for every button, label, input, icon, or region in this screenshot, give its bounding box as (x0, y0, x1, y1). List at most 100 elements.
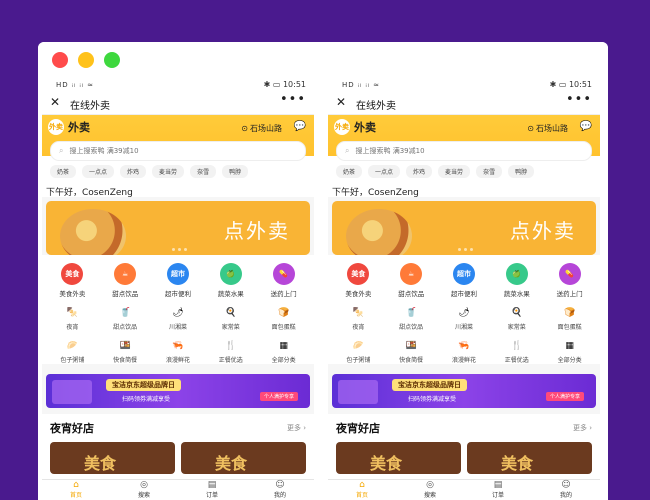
ad-banner[interactable]: 宝洁京东超级品牌日 扫码领券满减享受 个人满护专享 (332, 374, 596, 408)
location-label: 石场山路 (536, 124, 568, 133)
tag-chip[interactable]: 一点点 (368, 165, 401, 178)
sub-category[interactable]: 🍴 正餐优选 (206, 341, 256, 364)
header: 外卖 外卖 ⊙ 石场山路 💬 ⌕ 奶茶 一点点 炸鸡 麦当劳 奈雪 (42, 115, 314, 183)
category-supermarket[interactable]: 超市 超市便利 (439, 263, 489, 298)
tag-chip[interactable]: 奶茶 (50, 165, 77, 178)
close-icon[interactable]: ✕ (336, 95, 346, 109)
chat-icon[interactable]: 💬 (294, 121, 306, 132)
sub-category[interactable]: 🍢 夜宵 (333, 308, 383, 331)
tab-profile[interactable]: ☺ 我的 (541, 480, 591, 500)
ad-tag: 个人满护专享 (545, 392, 584, 401)
search-box[interactable]: ⌕ (336, 141, 592, 161)
sub-category[interactable]: 🌶 川湘菜 (153, 308, 203, 331)
category-food[interactable]: 美食 美食外卖 (47, 263, 97, 298)
tag-chip[interactable]: 麦当劳 (152, 165, 185, 178)
location-selector[interactable]: ⊙ 石场山路 (241, 123, 282, 134)
close-icon[interactable]: ✕ (50, 95, 60, 109)
store-card[interactable]: 美食 (181, 442, 306, 474)
search-input[interactable] (67, 146, 252, 156)
sub-category[interactable]: 🥤 甜点饮品 (100, 308, 150, 331)
user-icon: ☺ (561, 480, 571, 490)
promo-banner[interactable]: 点外卖 (332, 201, 596, 255)
sub-category[interactable]: 🦐 浪漫鲜花 (153, 341, 203, 364)
chili-icon: 🌶 (172, 308, 184, 318)
ad-banner[interactable]: 宝洁京东超级品牌日 扫码领券满减享受 个人满护专享 (46, 374, 310, 408)
more-link[interactable]: 更多 › (573, 423, 592, 433)
tag-chip[interactable]: 奈雪 (476, 165, 503, 178)
category-dessert[interactable]: ☕ 甜点饮品 (386, 263, 436, 298)
category-medicine[interactable]: 💊 送药上门 (545, 263, 595, 298)
banner-title: 点外卖 (510, 219, 576, 243)
sub-category[interactable]: 🍢 夜宵 (47, 308, 97, 331)
search-input[interactable] (353, 146, 538, 156)
tab-orders[interactable]: ▤ 订单 (473, 480, 523, 500)
sub-category[interactable]: ▦ 全部分类 (545, 341, 595, 364)
greeting-text: 下午好，CosenZeng (42, 183, 314, 198)
search-box[interactable]: ⌕ (50, 141, 306, 161)
location-selector[interactable]: ⊙ 石场山路 (527, 123, 568, 134)
sub-category[interactable]: ▦ 全部分类 (259, 341, 309, 364)
close-window-button[interactable] (52, 52, 68, 68)
bun-icon: 🥟 (352, 341, 364, 351)
category-food[interactable]: 美食 美食外卖 (333, 263, 383, 298)
nav-bar: ✕ 在线外卖 ••• (42, 92, 314, 115)
sub-category[interactable]: 🌶 川湘菜 (439, 308, 489, 331)
pizza-image (60, 209, 126, 255)
store-card[interactable]: 美食 (50, 442, 175, 474)
more-link[interactable]: 更多 › (287, 423, 306, 433)
page-title: 在线外卖 (356, 101, 396, 112)
ad-tag: 个人满护专享 (259, 392, 298, 401)
brand-logo: 外卖 (48, 119, 64, 135)
sub-category[interactable]: 🍞 面包蛋糕 (259, 308, 309, 331)
more-icon[interactable]: ••• (280, 92, 306, 107)
supermarket-icon: 超市 (452, 263, 475, 285)
sub-category[interactable]: 🍱 快食简餐 (386, 341, 436, 364)
tag-chip[interactable]: 炸鸡 (120, 165, 147, 178)
chili-icon: 🌶 (458, 308, 470, 318)
sub-category[interactable]: 🍱 快食简餐 (100, 341, 150, 364)
store-card[interactable]: 美食 (467, 442, 592, 474)
category-fruit[interactable]: 🍏 蔬菜水果 (492, 263, 542, 298)
tab-profile[interactable]: ☺ 我的 (255, 480, 305, 500)
minimize-window-button[interactable] (78, 52, 94, 68)
status-bar: HD ᵢₗ ᵢₗ ≈ ✱ ▭ 10:51 (42, 78, 314, 92)
sub-category[interactable]: 🥤 甜点饮品 (386, 308, 436, 331)
promo-banner[interactable]: 点外卖 (46, 201, 310, 255)
category-dessert[interactable]: ☕ 甜点饮品 (100, 263, 150, 298)
category-fruit[interactable]: 🍏 蔬菜水果 (206, 263, 256, 298)
sub-category[interactable]: 🍳 家常菜 (206, 308, 256, 331)
tab-search[interactable]: ◎ 搜索 (119, 480, 169, 500)
tag-chip[interactable]: 奈雪 (190, 165, 217, 178)
tab-home[interactable]: ⌂ 首页 (51, 480, 101, 500)
tab-home[interactable]: ⌂ 首页 (337, 480, 387, 500)
tag-chip[interactable]: 麦当劳 (438, 165, 471, 178)
tag-chip[interactable]: 奶茶 (336, 165, 363, 178)
greeting-text: 下午好，CosenZeng (328, 183, 600, 198)
sub-category[interactable]: 🍳 家常菜 (492, 308, 542, 331)
more-icon[interactable]: ••• (566, 92, 592, 107)
location-pin-icon: ⊙ (527, 124, 534, 133)
chat-icon[interactable]: 💬 (580, 121, 592, 132)
sub-category[interactable]: 🍞 面包蛋糕 (545, 308, 595, 331)
maximize-window-button[interactable] (104, 52, 120, 68)
grid-icon: ▦ (279, 341, 288, 351)
egg-icon: 🍳 (511, 308, 523, 318)
sub-category[interactable]: 🥟 包子粥铺 (47, 341, 97, 364)
sub-category[interactable]: 🦐 浪漫鲜花 (439, 341, 489, 364)
search-icon: ⌕ (59, 146, 64, 155)
tag-chip[interactable]: 炸鸡 (406, 165, 433, 178)
category-supermarket[interactable]: 超市 超市便利 (153, 263, 203, 298)
tag-chip[interactable]: 鸭脖 (508, 165, 535, 178)
category-medicine[interactable]: 💊 送药上门 (259, 263, 309, 298)
tab-search[interactable]: ◎ 搜索 (405, 480, 455, 500)
store-card[interactable]: 美食 (336, 442, 461, 474)
bread-icon: 🍞 (277, 308, 290, 318)
tag-chip[interactable]: 鸭脖 (222, 165, 249, 178)
tag-chip[interactable]: 一点点 (82, 165, 115, 178)
sub-category[interactable]: 🥟 包子粥铺 (333, 341, 383, 364)
tab-orders[interactable]: ▤ 订单 (187, 480, 237, 500)
section-title: 夜宵好店 (336, 422, 380, 435)
ad-subtitle: 扫码领券满减享受 (408, 396, 457, 403)
sub-category[interactable]: 🍴 正餐优选 (492, 341, 542, 364)
bento-icon: 🍱 (119, 341, 131, 351)
